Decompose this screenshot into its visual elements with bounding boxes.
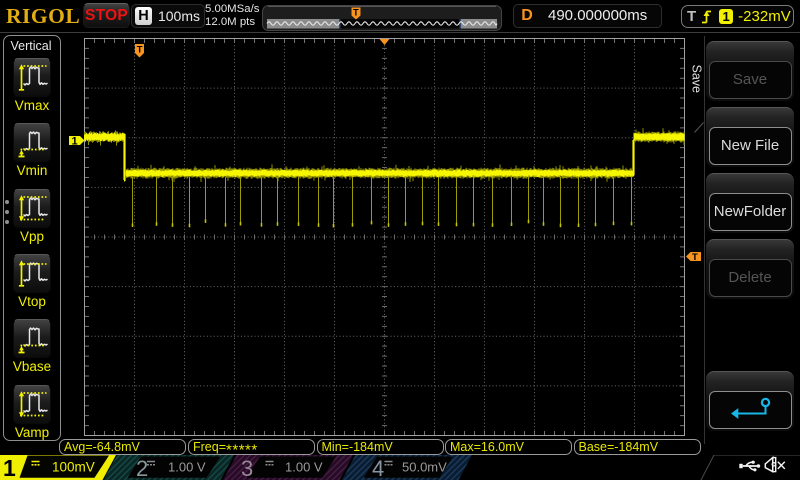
svg-text:50.0mV: 50.0mV (402, 460, 447, 475)
svg-text:1.00 V: 1.00 V (285, 460, 323, 475)
svg-text:1: 1 (72, 136, 78, 148)
svg-text:T: T (692, 252, 698, 263)
svg-text:100mV: 100mV (52, 460, 95, 475)
svg-text:1.00 V: 1.00 V (168, 460, 206, 475)
svg-text:3: 3 (241, 456, 253, 480)
svg-text:1: 1 (3, 455, 16, 480)
svg-text:4: 4 (372, 456, 384, 480)
svg-text:T: T (137, 45, 143, 56)
svg-text:2: 2 (136, 456, 148, 480)
